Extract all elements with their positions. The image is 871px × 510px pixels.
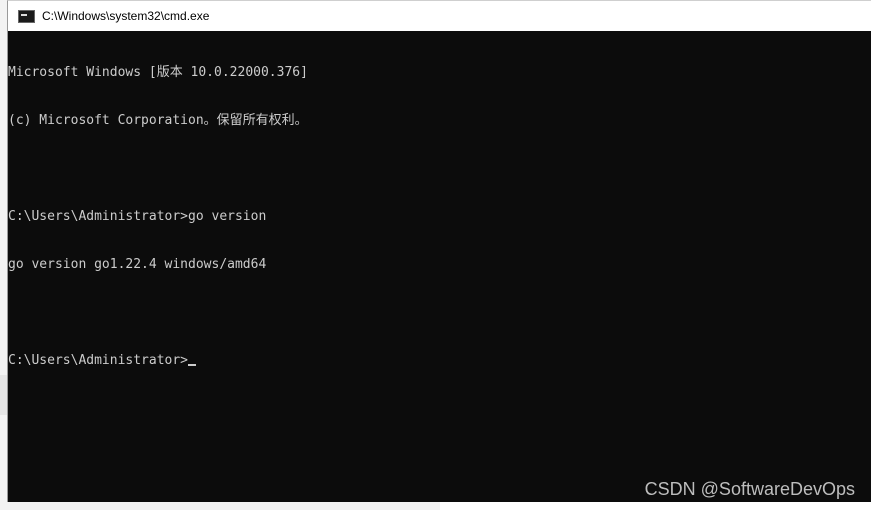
title-bar[interactable]: C:\Windows\system32\cmd.exe <box>8 1 871 31</box>
text-cursor <box>188 364 197 366</box>
console-line: Microsoft Windows [版本 10.0.22000.376] <box>8 65 308 80</box>
cmd-icon <box>18 9 35 23</box>
console-line: C:\Users\Administrator>go version <box>8 209 267 224</box>
window-title: C:\Windows\system32\cmd.exe <box>42 9 210 23</box>
watermark: CSDN @SoftwareDevOps <box>644 479 855 499</box>
cmd-window[interactable]: C:\Windows\system32\cmd.exe Microsoft Wi… <box>7 0 871 502</box>
console-line: (c) Microsoft Corporation。保留所有权利。 <box>8 113 308 128</box>
console-line: go version go1.22.4 windows/amd64 <box>8 257 267 272</box>
prompt: C:\Users\Administrator> <box>8 353 189 368</box>
console-output[interactable]: Microsoft Windows [版本 10.0.22000.376] (c… <box>8 31 871 401</box>
prompt-line[interactable]: C:\Users\Administrator> <box>8 353 871 369</box>
